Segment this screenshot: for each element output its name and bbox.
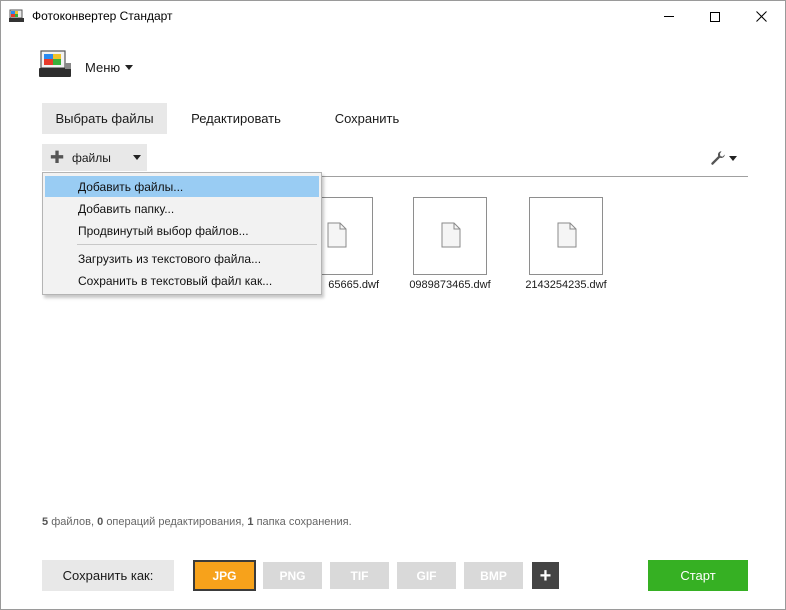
files-dropdown-menu: Добавить файлы... Добавить папку... Прод…: [42, 172, 322, 295]
chevron-down-icon: [132, 155, 141, 160]
close-icon: [755, 11, 767, 22]
start-button[interactable]: Старт: [648, 560, 748, 591]
app-icon: [9, 9, 24, 22]
file-tile[interactable]: 0989873465.dwf: [409, 197, 491, 291]
format-jpg-button[interactable]: JPG: [193, 560, 256, 591]
tab-select-files[interactable]: Выбрать файлы: [42, 103, 167, 134]
settings-button[interactable]: [710, 149, 742, 167]
folders-count-label: папка сохранения.: [256, 516, 352, 528]
status-summary: 5 файлов, 0 операций редактирования, 1 п…: [42, 516, 352, 528]
save-as-label: Сохранить как:: [42, 560, 174, 591]
file-name: 2143254235.dwf: [525, 279, 607, 291]
files-dropdown-button[interactable]: ✚ файлы: [42, 144, 147, 171]
menu-item-advanced-select[interactable]: Продвинутый выбор файлов...: [45, 220, 319, 241]
menu-item-add-files[interactable]: Добавить файлы...: [45, 176, 319, 197]
document-icon: [327, 222, 347, 248]
edits-count-label: операций редактирования,: [106, 516, 245, 528]
plus-icon: ✚: [49, 148, 65, 167]
files-count: 5: [42, 516, 49, 528]
menu-label: Меню: [85, 59, 121, 75]
document-icon: [557, 222, 577, 248]
menu-item-load-from-text[interactable]: Загрузить из текстового файла...: [45, 248, 319, 269]
app-window: Фотоконвертер Стандарт Меню Выбрать файл…: [0, 0, 786, 610]
chevron-down-icon: [125, 64, 134, 70]
files-button-label: файлы: [72, 150, 111, 165]
edits-count: 0: [97, 516, 104, 528]
menu-button[interactable]: Меню: [85, 58, 134, 76]
format-png-button[interactable]: PNG: [263, 562, 322, 589]
title-bar: Фотоконвертер Стандарт: [1, 1, 785, 32]
window-title: Фотоконвертер Стандарт: [32, 9, 173, 23]
format-gif-button[interactable]: GIF: [397, 562, 456, 589]
file-tile[interactable]: 2143254235.dwf: [525, 197, 607, 291]
chevron-down-icon: [729, 155, 737, 161]
format-bmp-button[interactable]: BMP: [464, 562, 523, 589]
tab-save[interactable]: Сохранить: [307, 103, 427, 134]
document-icon: [441, 222, 461, 248]
maximize-button[interactable]: [692, 1, 738, 32]
format-tif-button[interactable]: TIF: [330, 562, 389, 589]
app-logo: [39, 50, 71, 77]
minimize-icon: [664, 16, 674, 17]
menu-separator: [77, 244, 317, 245]
tab-edit[interactable]: Редактировать: [175, 103, 297, 134]
menu-item-save-to-text[interactable]: Сохранить в текстовый файл как...: [45, 270, 319, 291]
menu-item-add-folder[interactable]: Добавить папку...: [45, 198, 319, 219]
wrench-icon: [711, 151, 725, 165]
close-button[interactable]: [738, 1, 784, 32]
files-count-label: файлов,: [51, 516, 95, 528]
file-thumbnail: [413, 197, 487, 275]
minimize-button[interactable]: [646, 1, 692, 32]
file-name: 0989873465.dwf: [409, 279, 491, 291]
folders-count: 1: [247, 516, 254, 528]
add-format-button[interactable]: +: [532, 562, 559, 589]
maximize-icon: [710, 11, 720, 22]
file-thumbnail: [529, 197, 603, 275]
